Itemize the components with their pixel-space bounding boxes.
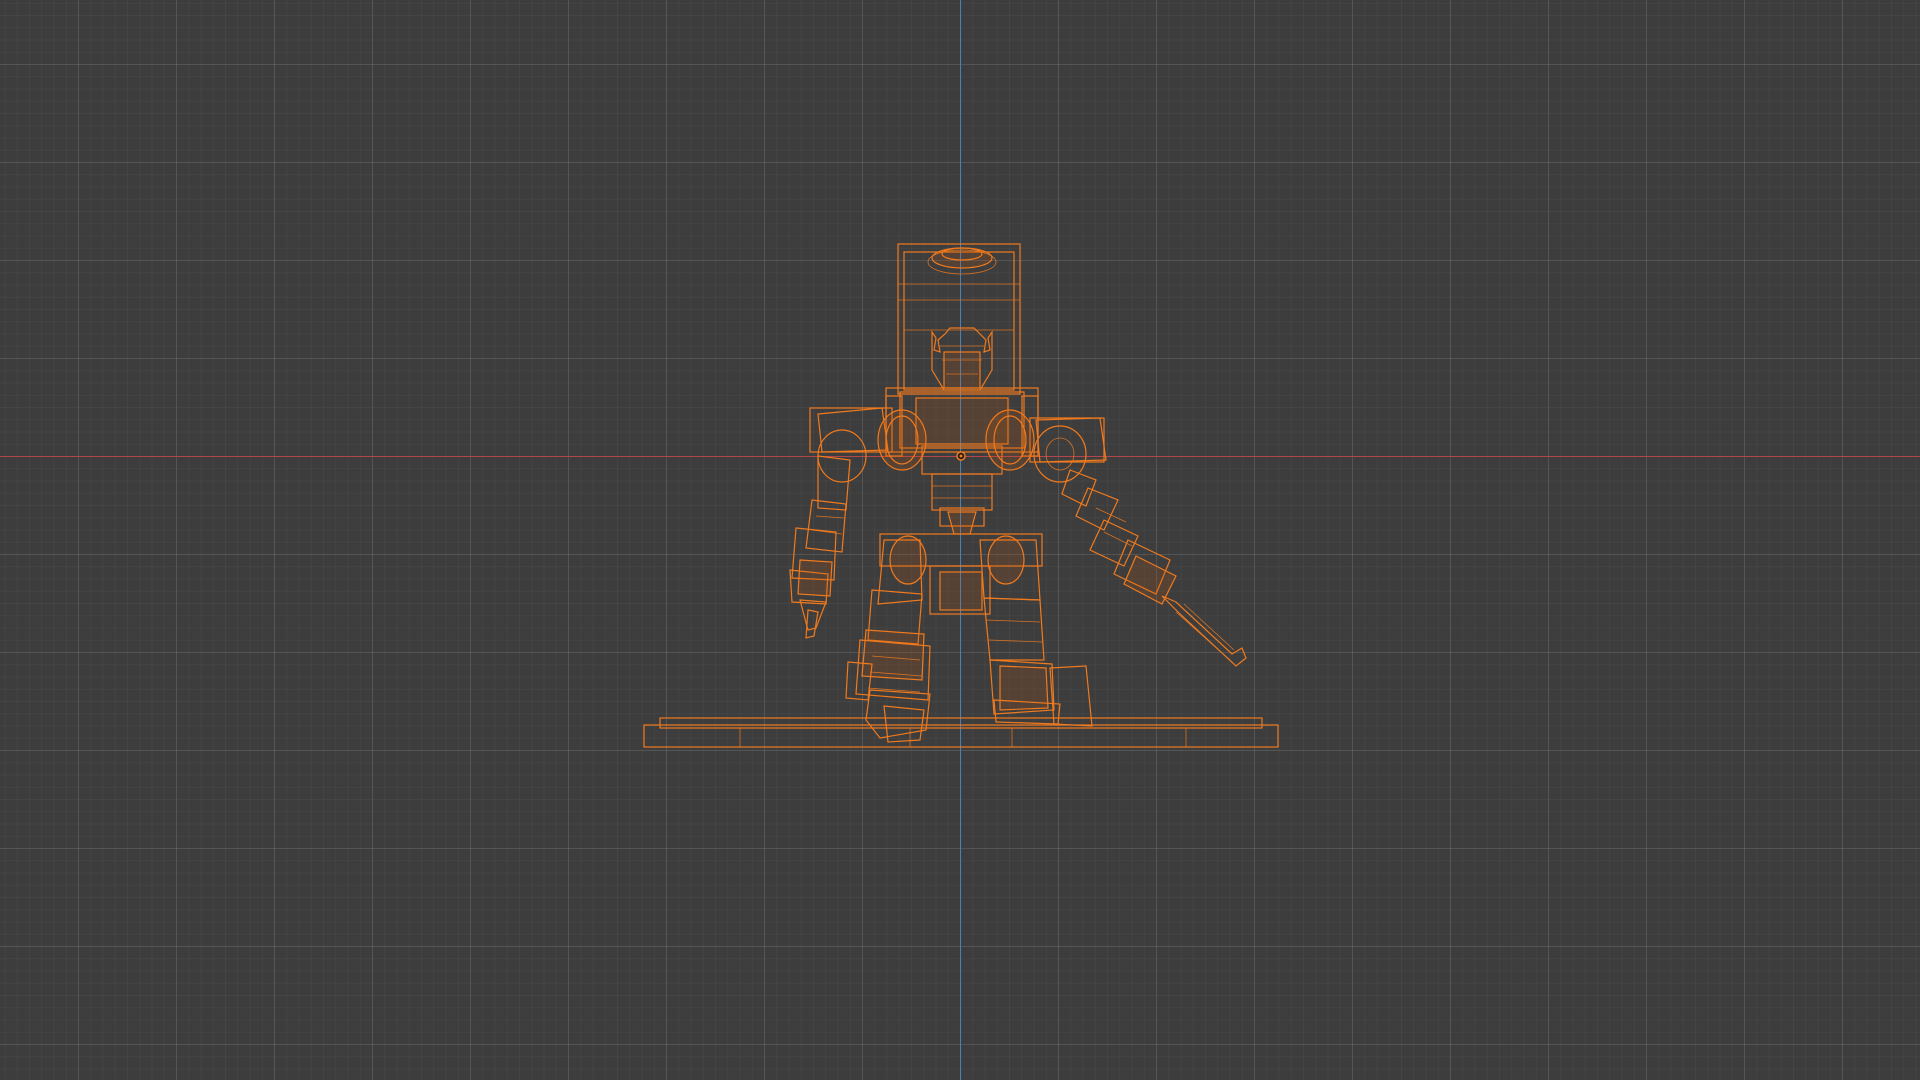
object-origin-icon bbox=[956, 451, 966, 461]
base-plate[interactable] bbox=[643, 717, 1279, 748]
wireframe-robot-icon[interactable] bbox=[0, 0, 1920, 1080]
3d-viewport[interactable] bbox=[0, 0, 1920, 1080]
left-arm[interactable] bbox=[789, 455, 851, 639]
left-shoulder[interactable] bbox=[809, 407, 927, 483]
right-arm[interactable] bbox=[1061, 469, 1247, 667]
right-shoulder[interactable] bbox=[985, 409, 1107, 483]
robot-head[interactable] bbox=[931, 327, 993, 391]
